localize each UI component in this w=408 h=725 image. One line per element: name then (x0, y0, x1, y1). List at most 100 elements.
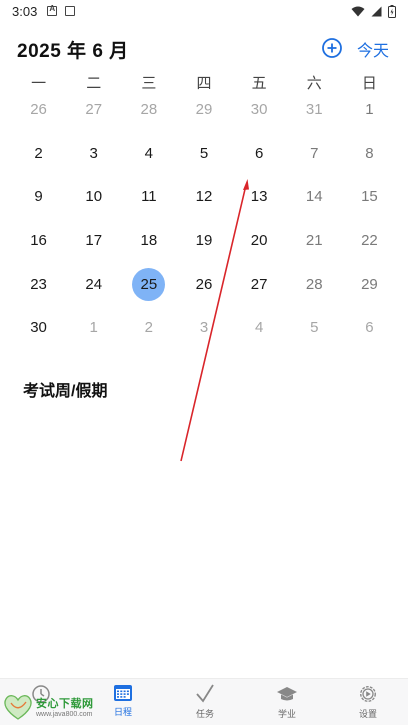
calendar-day[interactable]: 23 (11, 262, 66, 306)
calendar-day-number: 1 (365, 101, 374, 119)
calendar-day-number: 2 (34, 144, 43, 162)
calendar-day-number: 28 (140, 101, 158, 119)
calendar-day-number: 17 (85, 232, 103, 250)
nav-item-settings[interactable]: 设置 (328, 679, 408, 725)
calendar-day[interactable]: 3 (176, 306, 231, 350)
calendar-day-number: 5 (199, 144, 209, 162)
calendar-day-number: 4 (254, 319, 264, 337)
nav-item-tasks[interactable]: 任务 (164, 679, 246, 725)
calendar-day[interactable]: 3 (66, 132, 121, 176)
calendar-day[interactable]: 18 (121, 219, 176, 263)
calendar-day-number: 27 (250, 275, 268, 293)
calendar-day[interactable]: 27 (232, 262, 287, 306)
calendar-day[interactable]: 30 (232, 88, 287, 132)
calendar-day[interactable]: 8 (342, 132, 397, 176)
calendar-day[interactable]: 4 (232, 306, 287, 350)
calendar-day-number: 9 (34, 188, 43, 206)
calendar-day[interactable]: 1 (342, 88, 397, 132)
calendar-day-number: 8 (365, 144, 374, 162)
calendar-day[interactable]: 6 (232, 132, 287, 176)
calendar-day-number: 16 (30, 232, 47, 250)
calendar-day[interactable]: 7 (287, 132, 342, 176)
calendar-day-number: 18 (140, 232, 158, 250)
calendar-day[interactable]: 12 (176, 175, 231, 219)
watermark: 安心下载网 www.java800.com (0, 688, 104, 724)
calendar-day[interactable]: 13 (232, 175, 287, 219)
calendar-day[interactable]: 1 (66, 306, 121, 350)
watermark-logo (2, 691, 34, 721)
calendar-day-number: 29 (195, 101, 213, 119)
nav-label: 日程 (113, 707, 132, 717)
calendar-day-number: 24 (85, 275, 103, 293)
graduation-cap-icon (277, 687, 297, 701)
calendar-day[interactable]: 27 (66, 88, 121, 132)
calendar-day[interactable]: 19 (176, 219, 231, 263)
calendar-day[interactable]: 6 (342, 306, 397, 350)
watermark-url: www.java800.com (36, 710, 93, 718)
calendar-day-number: 20 (250, 232, 268, 250)
calendar-day[interactable]: 21 (287, 219, 342, 263)
add-event-button[interactable] (321, 37, 343, 59)
calendar-day[interactable]: 9 (11, 175, 66, 219)
signal-icon (371, 6, 382, 16)
calendar-day[interactable]: 16 (11, 219, 66, 263)
calendar-day[interactable]: 30 (11, 306, 66, 350)
today-button[interactable]: 今天 (357, 37, 389, 61)
calendar-day[interactable]: 2 (11, 132, 66, 176)
calendar-day-number: 15 (361, 188, 378, 206)
calendar-day[interactable]: 28 (121, 88, 176, 132)
calendar-day-number: 4 (144, 144, 154, 162)
calendar-day[interactable]: 17 (66, 219, 121, 263)
calendar-icon (114, 685, 132, 701)
nav-label: 任务 (195, 709, 214, 719)
calendar-day[interactable]: 4 (121, 132, 176, 176)
calendar-day-number: 28 (305, 275, 323, 293)
calendar-day[interactable]: 22 (342, 219, 397, 263)
calendar-day-number: 14 (305, 188, 323, 206)
status-right-icons (351, 4, 396, 18)
wifi-icon (351, 6, 365, 16)
calendar-day[interactable]: 5 (176, 132, 231, 176)
calendar-day[interactable]: 15 (342, 175, 397, 219)
calendar-day[interactable]: 14 (287, 175, 342, 219)
calendar-day[interactable]: 29 (342, 262, 397, 306)
calendar-day[interactable]: 31 (287, 88, 342, 132)
calendar-day-number: 27 (85, 101, 103, 119)
calendar-day[interactable]: 2 (121, 306, 176, 350)
calendar-day-number: 3 (89, 144, 98, 162)
check-icon (196, 684, 214, 703)
calendar-day-number: 6 (365, 319, 374, 337)
nav-label: 设置 (358, 709, 377, 719)
calendar-day-number: 7 (310, 144, 319, 162)
nav-item-academics[interactable]: 学业 (246, 679, 328, 725)
status-time: 3:03 (12, 3, 38, 19)
calendar-day-number: 5 (310, 319, 319, 337)
calendar-day[interactable]: 29 (176, 88, 231, 132)
status-bar: 3:03 (0, 0, 408, 22)
calendar-day-number: 1 (89, 319, 98, 337)
calendar-day-selected[interactable]: 25 (121, 262, 176, 306)
calendar-day[interactable]: 26 (176, 262, 231, 306)
calendar-day[interactable]: 28 (287, 262, 342, 306)
calendar-day-number: 29 (361, 275, 378, 293)
calendar-day[interactable]: 20 (232, 219, 287, 263)
heart-logo-icon (4, 695, 32, 720)
calendar-day-number: 26 (30, 101, 47, 119)
calendar-grid: 26 27 28 29 30 31 1 2 3 4 5 6 7 8 9 10 11 12 13 14 15 16 17 18 1… (11, 88, 397, 350)
calendar-day-number: 10 (85, 188, 103, 206)
calendar-day-number: 11 (141, 188, 157, 206)
calendar-day-number: 30 (30, 319, 47, 337)
calendar-day[interactable]: 5 (287, 306, 342, 350)
calendar-day-number: 2 (144, 319, 154, 337)
nav-label: 学业 (277, 709, 296, 719)
month-title: 2025 年 6 月 (17, 41, 129, 62)
calendar-day[interactable]: 24 (66, 262, 121, 306)
watermark-text: 安心下载网 www.java800.com (36, 695, 94, 718)
calendar-day-number: 31 (305, 101, 323, 119)
notification-a-icon (47, 4, 58, 16)
calendar-day-number: 21 (305, 232, 323, 250)
calendar-day[interactable]: 10 (66, 175, 121, 219)
calendar-day[interactable]: 26 (11, 88, 66, 132)
calendar-header: 2025 年 6 月 今天 (0, 30, 408, 66)
calendar-day[interactable]: 11 (121, 175, 176, 219)
